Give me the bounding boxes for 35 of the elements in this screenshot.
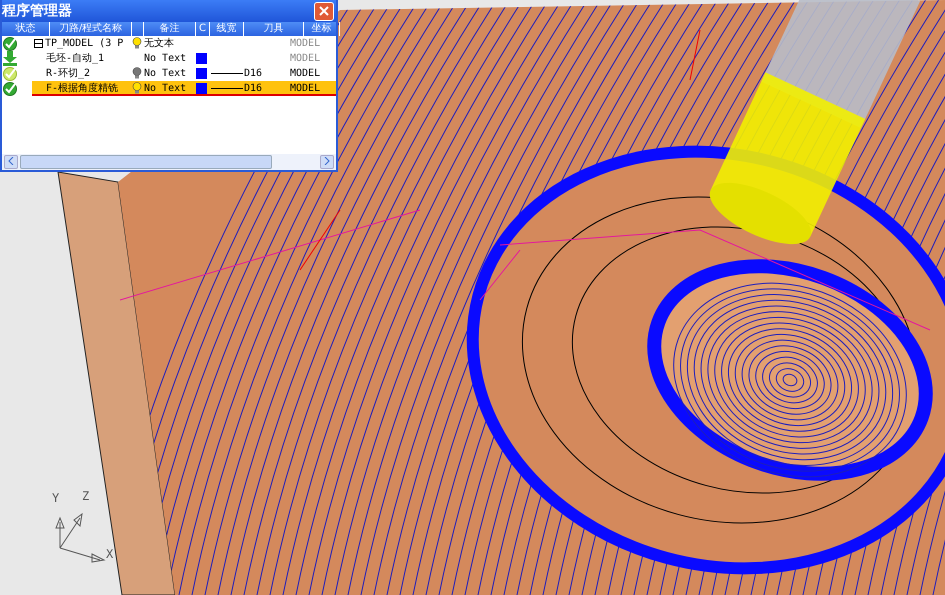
column-heading[interactable]: 刀具 [244, 22, 304, 36]
program-name: 毛坯-自动_1 [46, 52, 104, 65]
program-name: R-环切_2 [46, 66, 90, 80]
column-heading[interactable]: 刀路/程式名称 [50, 22, 132, 36]
line-width-sample [211, 72, 243, 74]
column-heading[interactable]: C [196, 22, 210, 36]
scroll-thumb[interactable] [20, 155, 272, 169]
column-heading[interactable]: 坐标 [304, 22, 340, 36]
column-heading[interactable]: 线宽 [210, 22, 244, 36]
note-text: No Text [144, 82, 188, 94]
program-row[interactable]: R-环切_2 No Text D16 MODEL [32, 66, 336, 81]
column-heading[interactable]: 备注 [144, 22, 196, 36]
tool-name: D16 [244, 68, 264, 78]
program-name: TP_MODEL (3 P [45, 38, 124, 48]
panel-title: 程序管理器 [2, 2, 72, 20]
coord-name: MODEL [290, 68, 322, 78]
program-row[interactable]: F-根据角度精铣 No Text D16 MODEL [32, 81, 336, 96]
note-text: No Text [144, 52, 188, 64]
program-row[interactable]: 毛坯-自动_1 No Text MODEL [32, 51, 336, 66]
collapse-toggle[interactable] [34, 38, 43, 48]
note-text: 无文本 [144, 36, 175, 50]
close-button[interactable] [314, 2, 334, 20]
scroll-left-button[interactable] [4, 155, 18, 169]
program-row[interactable]: TP_MODEL (3 P 无文本 MODEL [32, 36, 336, 51]
coord-name: MODEL [290, 38, 322, 48]
scroll-right-button[interactable] [320, 155, 334, 169]
program-name: F-根据角度精铣 [46, 82, 118, 95]
tool-name: D16 [244, 82, 264, 94]
note-text: No Text [144, 68, 188, 78]
close-icon [319, 6, 329, 16]
coord-name: MODEL [290, 82, 322, 94]
axis-triad-drawing: Y Z X [48, 488, 118, 563]
coord-name: MODEL [290, 52, 322, 64]
column-heading[interactable]: 状态 [2, 22, 50, 36]
horizontal-scrollbar[interactable] [2, 154, 336, 170]
